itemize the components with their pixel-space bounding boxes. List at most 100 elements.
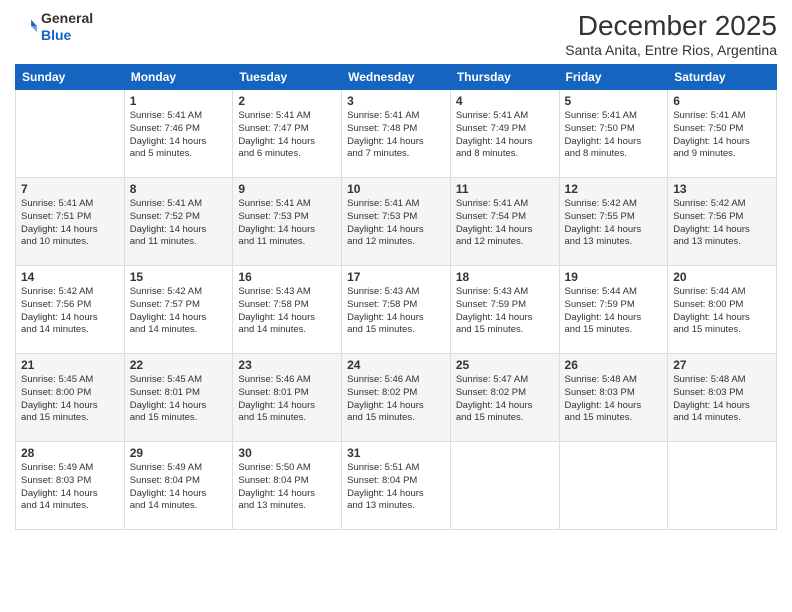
calendar-cell: [668, 442, 777, 530]
day-number: 17: [347, 270, 445, 284]
calendar-cell: 9 Sunrise: 5:41 AM Sunset: 7:53 PM Daylig…: [233, 178, 342, 266]
day-info: Sunrise: 5:49 AM Sunset: 8:03 PM Dayligh…: [21, 462, 119, 513]
day-info: Sunrise: 5:41 AM Sunset: 7:54 PM Dayligh…: [456, 198, 554, 249]
day-info: Sunrise: 5:43 AM Sunset: 7:58 PM Dayligh…: [347, 286, 445, 337]
day-info: Sunrise: 5:41 AM Sunset: 7:53 PM Dayligh…: [238, 198, 336, 249]
day-number: 5: [565, 94, 663, 108]
calendar-cell: 1 Sunrise: 5:41 AM Sunset: 7:46 PM Daylig…: [124, 90, 233, 178]
day-info: Sunrise: 5:46 AM Sunset: 8:01 PM Dayligh…: [238, 374, 336, 425]
day-info: Sunrise: 5:48 AM Sunset: 8:03 PM Dayligh…: [673, 374, 771, 425]
day-of-week-header: Wednesday: [342, 65, 451, 90]
day-of-week-header: Monday: [124, 65, 233, 90]
day-info: Sunrise: 5:41 AM Sunset: 7:50 PM Dayligh…: [565, 110, 663, 161]
day-number: 26: [565, 358, 663, 372]
day-of-week-header: Sunday: [16, 65, 125, 90]
calendar-cell: 3Sunrise: 5:41 AM Sunset: 7:48 PM Daylig…: [342, 90, 451, 178]
logo-general: General: [41, 10, 93, 26]
day-info: Sunrise: 5:48 AM Sunset: 8:03 PM Dayligh…: [565, 374, 663, 425]
calendar-cell: 24Sunrise: 5:46 AM Sunset: 8:02 PM Dayli…: [342, 354, 451, 442]
calendar-cell: 23 Sunrise: 5:46 AM Sunset: 8:01 PM Dayli…: [233, 354, 342, 442]
calendar-cell: 10 Sunrise: 5:41 AM Sunset: 7:53 PM Dayli…: [342, 178, 451, 266]
day-number: 22: [130, 358, 228, 372]
day-info: Sunrise: 5:47 AM Sunset: 8:02 PM Dayligh…: [456, 374, 554, 425]
day-of-week-header: Saturday: [668, 65, 777, 90]
calendar-cell: [16, 90, 125, 178]
day-number: 23: [238, 358, 336, 372]
day-info: Sunrise: 5:42 AM Sunset: 7:56 PM Dayligh…: [21, 286, 119, 337]
day-number: 4: [456, 94, 554, 108]
day-info: Sunrise: 5:41 AM Sunset: 7:46 PM Dayligh…: [130, 110, 228, 161]
month-title: December 2025: [565, 10, 777, 42]
day-number: 10: [347, 182, 445, 196]
calendar-cell: 26 Sunrise: 5:48 AM Sunset: 8:03 PM Dayli…: [559, 354, 668, 442]
day-info: Sunrise: 5:45 AM Sunset: 8:01 PM Dayligh…: [130, 374, 228, 425]
calendar-cell: 22 Sunrise: 5:45 AM Sunset: 8:01 PM Dayli…: [124, 354, 233, 442]
calendar-cell: 18 Sunrise: 5:43 AM Sunset: 7:59 PM Dayli…: [450, 266, 559, 354]
calendar-cell: 12Sunrise: 5:42 AM Sunset: 7:55 PM Dayli…: [559, 178, 668, 266]
day-info: Sunrise: 5:42 AM Sunset: 7:55 PM Dayligh…: [565, 198, 663, 249]
location-subtitle: Santa Anita, Entre Rios, Argentina: [565, 42, 777, 58]
day-number: 31: [347, 446, 445, 460]
calendar-week-row: 21Sunrise: 5:45 AM Sunset: 8:00 PM Dayli…: [16, 354, 777, 442]
day-info: Sunrise: 5:44 AM Sunset: 7:59 PM Dayligh…: [565, 286, 663, 337]
header: General Blue December 2025 Santa Anita, …: [15, 10, 777, 58]
calendar-cell: 28 Sunrise: 5:49 AM Sunset: 8:03 PM Dayli…: [16, 442, 125, 530]
day-number: 8: [130, 182, 228, 196]
day-of-week-header: Tuesday: [233, 65, 342, 90]
calendar-week-row: 7Sunrise: 5:41 AM Sunset: 7:51 PM Daylig…: [16, 178, 777, 266]
day-of-week-header: Thursday: [450, 65, 559, 90]
calendar-cell: 29 Sunrise: 5:49 AM Sunset: 8:04 PM Dayli…: [124, 442, 233, 530]
calendar-cell: 4Sunrise: 5:41 AM Sunset: 7:49 PM Daylig…: [450, 90, 559, 178]
day-info: Sunrise: 5:43 AM Sunset: 7:58 PM Dayligh…: [238, 286, 336, 337]
calendar-cell: 5 Sunrise: 5:41 AM Sunset: 7:50 PM Daylig…: [559, 90, 668, 178]
day-number: 24: [347, 358, 445, 372]
calendar-cell: 11 Sunrise: 5:41 AM Sunset: 7:54 PM Dayli…: [450, 178, 559, 266]
calendar-cell: 13Sunrise: 5:42 AM Sunset: 7:56 PM Dayli…: [668, 178, 777, 266]
day-info: Sunrise: 5:45 AM Sunset: 8:00 PM Dayligh…: [21, 374, 119, 425]
day-number: 1: [130, 94, 228, 108]
calendar: SundayMondayTuesdayWednesdayThursdayFrid…: [15, 64, 777, 530]
calendar-cell: 15 Sunrise: 5:42 AM Sunset: 7:57 PM Dayli…: [124, 266, 233, 354]
day-info: Sunrise: 5:49 AM Sunset: 8:04 PM Dayligh…: [130, 462, 228, 513]
day-number: 27: [673, 358, 771, 372]
day-info: Sunrise: 5:43 AM Sunset: 7:59 PM Dayligh…: [456, 286, 554, 337]
logo-blue: Blue: [41, 27, 71, 43]
day-of-week-header: Friday: [559, 65, 668, 90]
day-number: 20: [673, 270, 771, 284]
day-number: 25: [456, 358, 554, 372]
calendar-cell: 6Sunrise: 5:41 AM Sunset: 7:50 PM Daylig…: [668, 90, 777, 178]
day-number: 18: [456, 270, 554, 284]
day-info: Sunrise: 5:42 AM Sunset: 7:57 PM Dayligh…: [130, 286, 228, 337]
logo: General Blue: [15, 10, 93, 44]
calendar-cell: 2 Sunrise: 5:41 AM Sunset: 7:47 PM Daylig…: [233, 90, 342, 178]
calendar-cell: 7Sunrise: 5:41 AM Sunset: 7:51 PM Daylig…: [16, 178, 125, 266]
day-number: 11: [456, 182, 554, 196]
day-info: Sunrise: 5:41 AM Sunset: 7:52 PM Dayligh…: [130, 198, 228, 249]
day-number: 16: [238, 270, 336, 284]
calendar-cell: 20Sunrise: 5:44 AM Sunset: 8:00 PM Dayli…: [668, 266, 777, 354]
calendar-cell: 19 Sunrise: 5:44 AM Sunset: 7:59 PM Dayli…: [559, 266, 668, 354]
logo-icon: [15, 16, 37, 38]
day-number: 14: [21, 270, 119, 284]
day-info: Sunrise: 5:51 AM Sunset: 8:04 PM Dayligh…: [347, 462, 445, 513]
calendar-cell: [559, 442, 668, 530]
day-number: 15: [130, 270, 228, 284]
calendar-cell: 25 Sunrise: 5:47 AM Sunset: 8:02 PM Dayli…: [450, 354, 559, 442]
calendar-cell: 30Sunrise: 5:50 AM Sunset: 8:04 PM Dayli…: [233, 442, 342, 530]
day-number: 13: [673, 182, 771, 196]
day-number: 19: [565, 270, 663, 284]
day-number: 9: [238, 182, 336, 196]
day-number: 6: [673, 94, 771, 108]
day-number: 7: [21, 182, 119, 196]
day-info: Sunrise: 5:41 AM Sunset: 7:53 PM Dayligh…: [347, 198, 445, 249]
day-info: Sunrise: 5:41 AM Sunset: 7:47 PM Dayligh…: [238, 110, 336, 161]
calendar-week-row: 1 Sunrise: 5:41 AM Sunset: 7:46 PM Daylig…: [16, 90, 777, 178]
logo-text: General Blue: [41, 10, 93, 44]
calendar-cell: 16 Sunrise: 5:43 AM Sunset: 7:58 PM Dayli…: [233, 266, 342, 354]
day-number: 2: [238, 94, 336, 108]
calendar-cell: 8 Sunrise: 5:41 AM Sunset: 7:52 PM Daylig…: [124, 178, 233, 266]
day-number: 30: [238, 446, 336, 460]
page: General Blue December 2025 Santa Anita, …: [0, 0, 792, 612]
day-number: 29: [130, 446, 228, 460]
day-number: 28: [21, 446, 119, 460]
